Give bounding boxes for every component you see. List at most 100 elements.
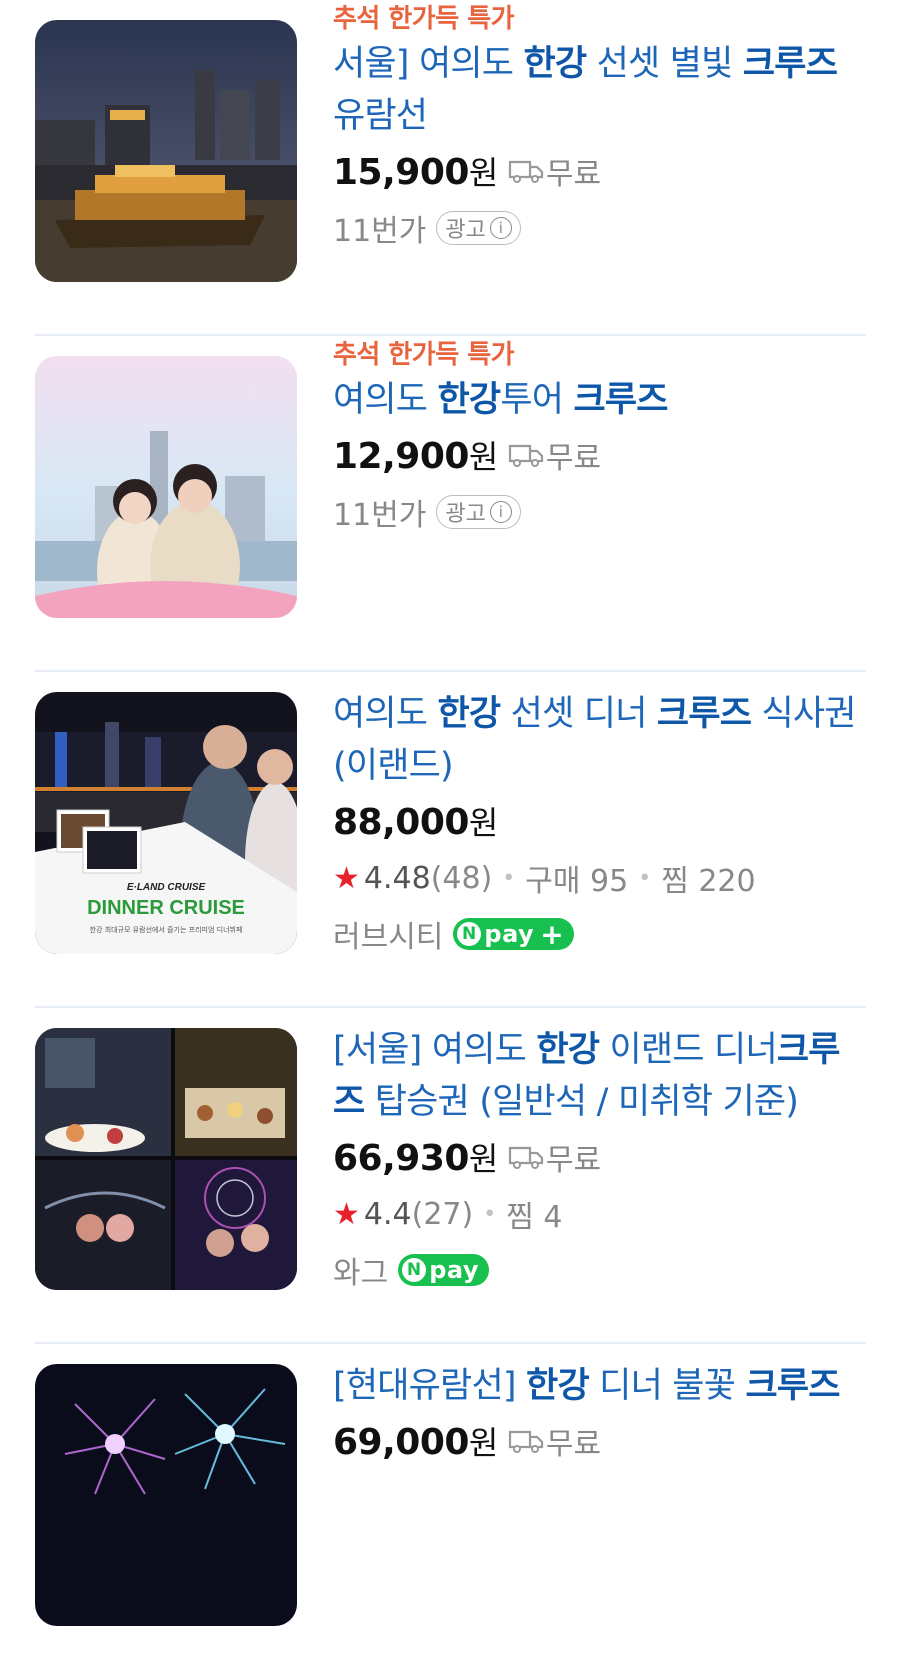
product-title[interactable]: 여의도 한강 선셋 디너 크루즈 식사권(이랜드) (333, 688, 866, 792)
product-image[interactable]: E·LAND CRUISE DINNER CRUISE 한강 최대규모 유람선에… (35, 692, 297, 954)
title-text: 이랜드 디너 (599, 1030, 778, 1070)
ad-badge[interactable]: 광고 i (436, 211, 521, 245)
price-value: 69,000 (333, 1422, 469, 1463)
product-title[interactable]: [현대유람선] 한강 디너 불꽃 크루즈 (333, 1360, 866, 1412)
review-count[interactable]: (27) (412, 1197, 474, 1232)
ad-badge[interactable]: 광고 i (436, 495, 521, 529)
shipping-text: 무료 (545, 157, 602, 192)
title-keyword: 한강 (437, 694, 502, 734)
shipping-info: 무료 (508, 149, 601, 193)
title-text: 선셋 별빛 (586, 44, 743, 84)
info-icon: i (489, 501, 512, 523)
product-title[interactable]: 여의도 한강투어 크루즈 (333, 374, 866, 426)
title-text: 여의도 (333, 694, 438, 734)
separator-dot: • (483, 1201, 497, 1227)
seller-row: 와그 Npay (333, 1242, 866, 1298)
price: 88,000원 (333, 798, 498, 844)
info-icon: i (489, 217, 512, 239)
ad-label: 광고 (445, 218, 486, 243)
purchase-count: 구매 95 (525, 864, 629, 899)
seller-name[interactable]: 러브시티 (333, 912, 443, 956)
naver-n-icon: N (402, 1258, 427, 1282)
title-keyword: 크루즈 (656, 694, 752, 734)
delivery-truck-icon (508, 1146, 543, 1169)
product-title[interactable]: [서울] 여의도 한강 이랜드 디너크루즈 탑승권 (일반석 / 미취학 기준) (333, 1024, 866, 1128)
title-text: 선셋 디너 (500, 694, 657, 734)
title-keyword: 한강 (437, 380, 502, 420)
title-text: 유람선 (333, 96, 428, 136)
separator-dot: • (638, 865, 652, 891)
title-keyword: 크루즈 (745, 1366, 840, 1406)
shipping-info: 무료 (508, 433, 601, 477)
price-value: 12,900 (333, 436, 469, 477)
price: 69,000원 (333, 1418, 498, 1464)
product-card[interactable]: [서울] 여의도 한강 이랜드 디너크루즈 탑승권 (일반석 / 미취학 기준)… (35, 1008, 866, 1344)
product-image[interactable] (35, 356, 297, 618)
title-keyword: 크루즈 (573, 380, 668, 420)
seller-name[interactable]: 11번가 (333, 206, 426, 250)
ad-label: 광고 (445, 502, 486, 527)
shipping-text: 무료 (545, 441, 602, 476)
price-value: 88,000 (333, 802, 469, 843)
product-title[interactable]: 서울] 여의도 한강 선셋 별빛 크루즈 유람선 (333, 38, 866, 142)
npay-badge: Npay (398, 1254, 489, 1286)
promo-label: 추석 한가득 특가 (333, 4, 515, 34)
price: 15,900원 (333, 148, 498, 194)
product-info: 추석 한가득 특가 서울] 여의도 한강 선셋 별빛 크루즈 유람선 15,90… (333, 0, 866, 256)
price-value: 15,900 (333, 152, 469, 193)
title-text: 서울] 여의도 (333, 44, 524, 84)
price-row: 12,900원 무료 (333, 426, 866, 484)
shipping-info: 무료 (508, 1419, 601, 1463)
title-text: 여의도 (333, 380, 438, 420)
review-row: ★ 4.4 (27) • 찜 4 (333, 1186, 866, 1242)
product-card[interactable]: E·LAND CRUISE DINNER CRUISE 한강 최대규모 유람선에… (35, 672, 866, 1008)
rating-value: 4.48 (363, 860, 431, 896)
rating-value: 4.4 (363, 1196, 412, 1232)
product-info: [현대유람선] 한강 디너 불꽃 크루즈 69,000원 무료 (333, 1344, 866, 1470)
product-card[interactable]: 추석 한가득 특가 서울] 여의도 한강 선셋 별빛 크루즈 유람선 15,90… (35, 0, 866, 336)
price-row: 15,900원 무료 (333, 142, 866, 200)
seller-row: 11번가 광고 i (333, 484, 866, 540)
product-info: 여의도 한강 선셋 디너 크루즈 식사권(이랜드) 88,000원 ★ 4.48… (333, 672, 866, 962)
product-image[interactable] (35, 20, 297, 282)
seller-name[interactable]: 11번가 (333, 490, 426, 534)
seller-name[interactable]: 와그 (333, 1248, 388, 1292)
currency: 원 (468, 438, 498, 476)
star-icon: ★ (333, 1196, 360, 1232)
promo-label: 추석 한가득 특가 (333, 340, 515, 370)
currency: 원 (468, 1140, 498, 1178)
price-row: 66,930원 무료 (333, 1128, 866, 1186)
image-sub-text: 한강 최대규모 유람선에서 즐기는 프리미엄 디너뷔페 (90, 925, 243, 934)
title-text: 투어 (500, 380, 574, 420)
product-card[interactable]: 추석 한가득 특가 여의도 한강투어 크루즈 12,900원 무료 11번가 광… (35, 336, 866, 672)
separator-dot: • (502, 865, 516, 891)
title-text: [현대유람선] (333, 1366, 527, 1406)
plus-icon: + (540, 917, 565, 951)
product-info: [서울] 여의도 한강 이랜드 디너크루즈 탑승권 (일반석 / 미취학 기준)… (333, 1008, 866, 1298)
npay-plus-badge: Npay + (453, 917, 575, 951)
product-image[interactable] (35, 1028, 297, 1290)
title-keyword: 한강 (536, 1030, 600, 1070)
wish-count: 찜 4 (506, 1200, 563, 1235)
image-brand-text: E·LAND CRUISE (127, 882, 206, 893)
seller-row: 11번가 광고 i (333, 200, 866, 256)
title-keyword: 크루즈 (742, 44, 838, 84)
delivery-truck-icon (508, 160, 543, 183)
shipping-info: 무료 (508, 1135, 601, 1179)
review-count[interactable]: (48) (431, 861, 493, 896)
delivery-truck-icon (508, 444, 543, 467)
product-info: 추석 한가득 특가 여의도 한강투어 크루즈 12,900원 무료 11번가 광… (333, 336, 866, 540)
seller-row: 러브시티 Npay + (333, 906, 866, 962)
npay-label: pay (484, 920, 535, 948)
price-row: 88,000원 (333, 792, 866, 850)
product-image[interactable] (35, 1364, 297, 1626)
shipping-text: 무료 (545, 1427, 602, 1462)
product-card[interactable]: [현대유람선] 한강 디너 불꽃 크루즈 69,000원 무료 (35, 1344, 866, 1680)
price: 66,930원 (333, 1134, 498, 1180)
price-value: 66,930 (333, 1138, 469, 1179)
currency: 원 (468, 154, 498, 192)
title-keyword: 한강 (526, 1366, 590, 1406)
price-row: 69,000원 무료 (333, 1412, 866, 1470)
star-icon: ★ (333, 860, 360, 896)
currency: 원 (468, 804, 498, 842)
